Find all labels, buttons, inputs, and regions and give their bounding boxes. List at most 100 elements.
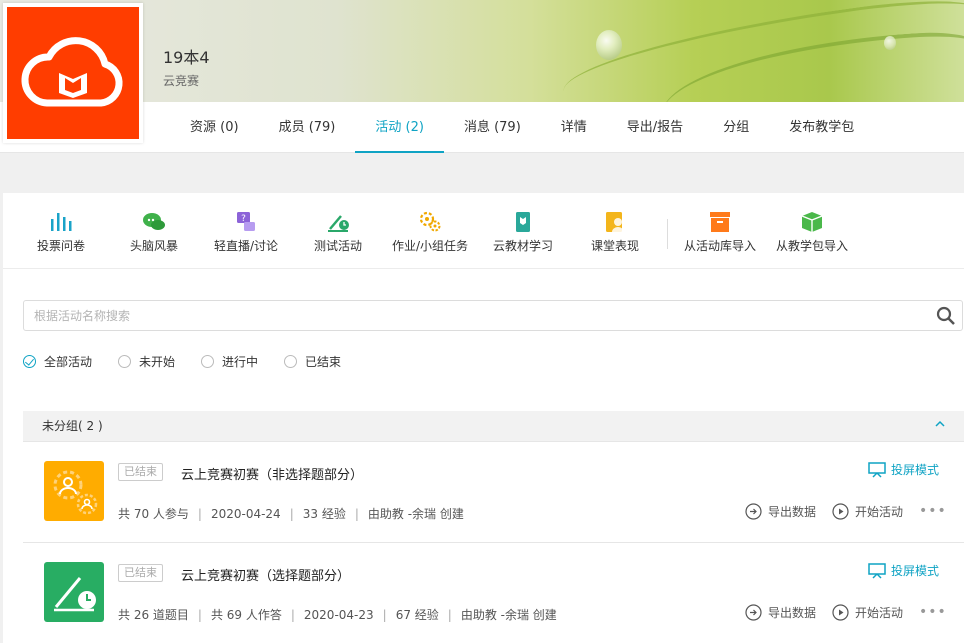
activity-meta: 共 26 道题目 | 共 69 人作答 | 2020-04-23 | 67 经验 | 由助教 -… bbox=[118, 608, 557, 622]
vote-icon bbox=[51, 213, 72, 231]
radio-icon bbox=[201, 355, 215, 368]
tab-export-report[interactable]: 导出/报告 bbox=[607, 102, 703, 153]
group-label: 未分组( 2 ) bbox=[42, 419, 103, 433]
meta-respondents: 共 69 人作答 bbox=[210, 608, 282, 622]
chevron-up-icon[interactable] bbox=[934, 411, 946, 442]
tab-resources[interactable]: 资源 (0) bbox=[170, 102, 259, 153]
package-import-icon bbox=[801, 212, 823, 232]
export-data-button[interactable]: 导出数据 bbox=[745, 604, 816, 621]
tool-brainstorm[interactable]: 头脑风暴 bbox=[130, 211, 178, 254]
export-icon bbox=[745, 503, 762, 520]
toolbar-divider bbox=[667, 219, 668, 249]
course-logo bbox=[3, 3, 143, 143]
meta-question-count: 共 26 道题目 bbox=[118, 608, 189, 622]
tool-homework-label: 作业/小组任务 bbox=[392, 239, 469, 253]
filter-in-progress-label: 进行中 bbox=[222, 355, 259, 369]
activities-panel: 投票问卷 头脑风暴 ? 轻直播/讨论 测试活动 作业/小组任务 云教材学习 课堂… bbox=[3, 193, 964, 643]
start-activity-button[interactable]: 开始活动 bbox=[832, 503, 903, 520]
radio-checked-icon bbox=[23, 355, 36, 368]
tab-publish-package[interactable]: 发布教学包 bbox=[769, 102, 874, 153]
filter-all[interactable]: 全部活动 bbox=[23, 353, 92, 370]
filter-not-started-label: 未开始 bbox=[139, 355, 176, 369]
course-tabs: 资源 (0) 成员 (79) 活动 (2) 消息 (79) 详情 导出/报告 分… bbox=[170, 102, 874, 153]
activity-title[interactable]: 云上竞赛初赛（选择题部分） bbox=[181, 565, 350, 584]
status-filter: 全部活动 未开始 进行中 已结束 bbox=[23, 353, 367, 370]
filter-in-progress[interactable]: 进行中 bbox=[201, 353, 258, 370]
group-header[interactable]: 未分组( 2 ) bbox=[23, 411, 964, 442]
tool-discussion-label: 轻直播/讨论 bbox=[214, 239, 279, 253]
filter-ended[interactable]: 已结束 bbox=[284, 353, 341, 370]
tool-import-package[interactable]: 从教学包导入 bbox=[776, 211, 848, 254]
meta-creator: 由助教 -余瑞 创建 bbox=[460, 608, 557, 622]
meta-date: 2020-04-23 bbox=[303, 608, 374, 622]
meta-creator: 由助教 -余瑞 创建 bbox=[367, 507, 464, 521]
tool-discussion[interactable]: ? 轻直播/讨论 bbox=[214, 211, 278, 254]
projector-icon bbox=[868, 461, 886, 478]
activity-item: 已结束 云上竞赛初赛（选择题部分） 共 26 道题目 | 共 69 人作答 | 2020… bbox=[23, 544, 964, 643]
tool-import-library[interactable]: 从活动库导入 bbox=[684, 211, 756, 254]
course-title: 19本4 bbox=[163, 48, 210, 67]
activity-search bbox=[23, 300, 963, 331]
filter-not-started[interactable]: 未开始 bbox=[118, 353, 175, 370]
radio-icon bbox=[284, 355, 298, 368]
play-icon bbox=[832, 604, 849, 621]
homework-icon bbox=[53, 470, 98, 515]
tool-test[interactable]: 测试活动 bbox=[314, 211, 362, 254]
tab-groups[interactable]: 分组 bbox=[703, 102, 769, 153]
tool-performance[interactable]: 课堂表现 bbox=[591, 211, 639, 254]
search-icon[interactable] bbox=[936, 306, 956, 330]
tool-vote-label: 投票问卷 bbox=[37, 239, 86, 253]
play-icon bbox=[832, 503, 849, 520]
tool-test-label: 测试活动 bbox=[314, 239, 363, 253]
activity-thumbnail bbox=[44, 461, 104, 521]
tool-textbook[interactable]: 云教材学习 bbox=[493, 211, 553, 254]
activity-toolbar: 投票问卷 头脑风暴 ? 轻直播/讨论 测试活动 作业/小组任务 云教材学习 课堂… bbox=[3, 193, 964, 269]
discussion-icon: ? bbox=[237, 212, 256, 231]
tool-import-package-label: 从教学包导入 bbox=[776, 239, 849, 253]
tool-import-library-label: 从活动库导入 bbox=[684, 239, 757, 253]
export-data-label: 导出数据 bbox=[768, 505, 817, 519]
filter-ended-label: 已结束 bbox=[305, 355, 342, 369]
meta-experience: 67 经验 bbox=[395, 608, 439, 622]
status-badge: 已结束 bbox=[118, 564, 163, 582]
tab-details[interactable]: 详情 bbox=[541, 102, 607, 153]
projection-mode-button[interactable]: 投屏模式 bbox=[868, 562, 939, 579]
more-options-icon[interactable]: ••• bbox=[919, 604, 947, 620]
tool-homework[interactable]: 作业/小组任务 bbox=[392, 211, 468, 254]
homework-icon bbox=[419, 211, 441, 232]
tool-vote[interactable]: 投票问卷 bbox=[37, 211, 85, 254]
tool-brainstorm-label: 头脑风暴 bbox=[130, 239, 179, 253]
test-icon bbox=[328, 215, 349, 232]
filter-all-label: 全部活动 bbox=[44, 355, 93, 369]
meta-experience: 33 经验 bbox=[302, 507, 346, 521]
export-data-label: 导出数据 bbox=[768, 606, 817, 620]
more-options-icon[interactable]: ••• bbox=[919, 503, 947, 519]
performance-icon bbox=[606, 212, 624, 232]
brainstorm-icon bbox=[143, 213, 165, 230]
meta-participants: 共 70 人参与 bbox=[118, 507, 189, 521]
projection-mode-button[interactable]: 投屏模式 bbox=[868, 461, 939, 478]
tab-members[interactable]: 成员 (79) bbox=[259, 102, 356, 153]
activity-title[interactable]: 云上竞赛初赛（非选择题部分） bbox=[181, 464, 363, 483]
activity-item: 已结束 云上竞赛初赛（非选择题部分） 共 70 人参与 | 2020-04-24 | 3… bbox=[23, 443, 964, 543]
projection-mode-label: 投屏模式 bbox=[891, 564, 940, 578]
start-activity-label: 开始活动 bbox=[855, 606, 904, 620]
projector-icon bbox=[868, 562, 886, 579]
tool-performance-label: 课堂表现 bbox=[591, 239, 640, 253]
search-input[interactable] bbox=[24, 301, 904, 330]
cloud-book-icon bbox=[21, 37, 123, 107]
activity-thumbnail bbox=[44, 562, 104, 622]
course-subtitle: 云竞赛 bbox=[163, 74, 200, 88]
tab-messages[interactable]: 消息 (79) bbox=[444, 102, 541, 153]
projection-mode-label: 投屏模式 bbox=[891, 463, 940, 477]
start-activity-button[interactable]: 开始活动 bbox=[832, 604, 903, 621]
banner-waterdrop-decoration bbox=[596, 30, 622, 60]
tab-activities[interactable]: 活动 (2) bbox=[355, 102, 444, 153]
export-icon bbox=[745, 604, 762, 621]
tool-textbook-label: 云教材学习 bbox=[493, 239, 554, 253]
library-import-icon bbox=[710, 212, 730, 232]
activity-meta: 共 70 人参与 | 2020-04-24 | 33 经验 | 由助教 -余瑞 创建 bbox=[118, 507, 464, 521]
export-data-button[interactable]: 导出数据 bbox=[745, 503, 816, 520]
test-icon bbox=[54, 577, 96, 612]
textbook-icon bbox=[516, 212, 530, 232]
